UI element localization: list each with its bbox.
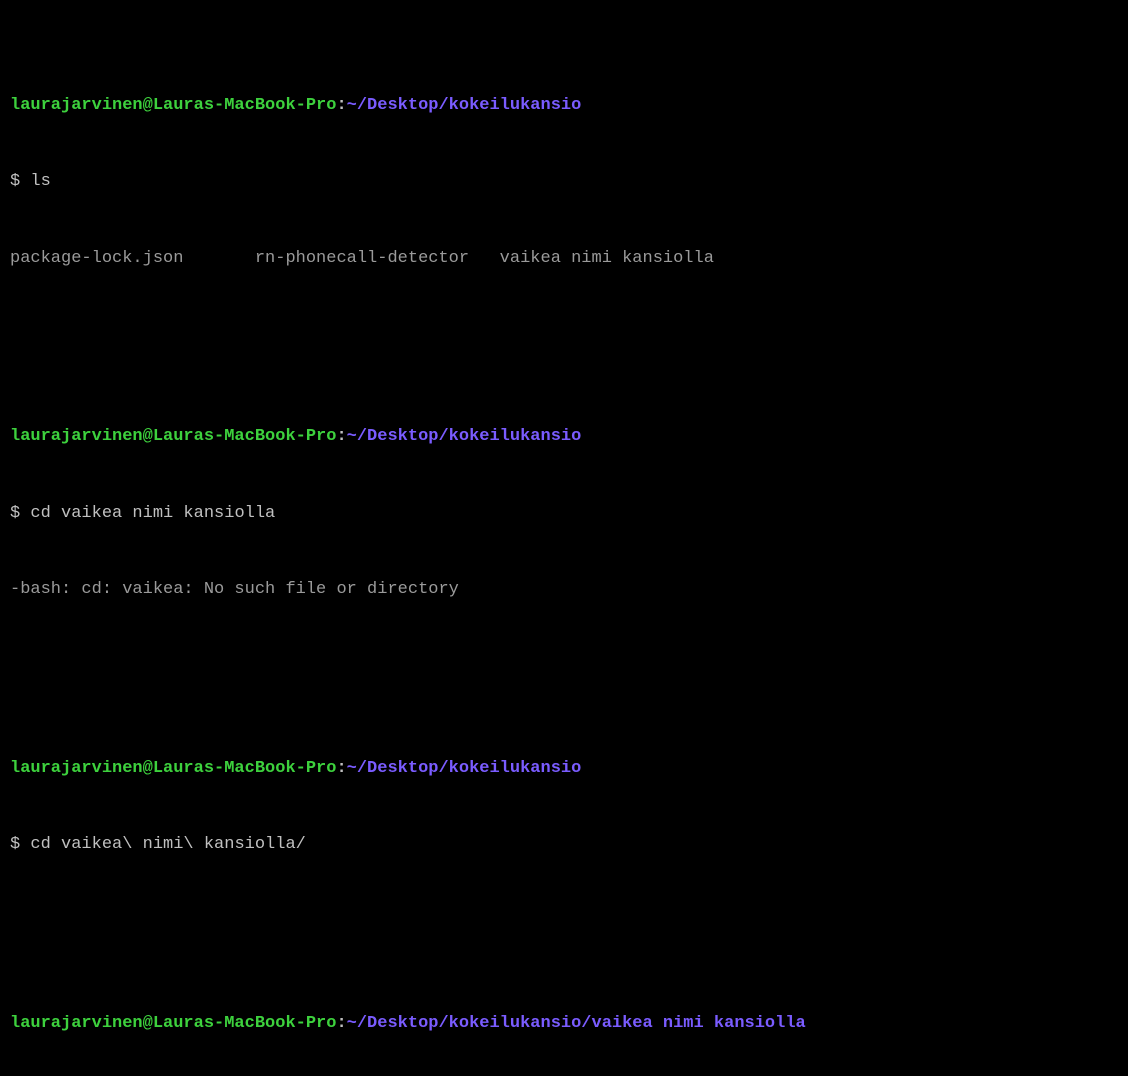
command-text: cd vaikea nimi kansiolla	[30, 504, 275, 523]
user-host: laurajarvinen@Lauras-MacBook-Pro	[10, 96, 336, 115]
path: ~/Desktop/kokeilukansio/vaikea nimi kans…	[347, 1014, 806, 1033]
prompt-line: laurajarvinen@Lauras-MacBook-Pro:~/Deskt…	[10, 1011, 1118, 1037]
command-text: ls	[30, 172, 50, 191]
user-host: laurajarvinen@Lauras-MacBook-Pro	[10, 427, 336, 446]
terminal[interactable]: laurajarvinen@Lauras-MacBook-Pro:~/Deskt…	[10, 16, 1118, 1076]
prompt-line: laurajarvinen@Lauras-MacBook-Pro:~/Deskt…	[10, 424, 1118, 450]
prompt-line: laurajarvinen@Lauras-MacBook-Pro:~/Deskt…	[10, 756, 1118, 782]
user-host: laurajarvinen@Lauras-MacBook-Pro	[10, 759, 336, 778]
path: ~/Desktop/kokeilukansio	[347, 759, 582, 778]
blank-line	[10, 322, 1118, 348]
prompt-colon: :	[336, 96, 346, 115]
command-line: $ cd vaikea\ nimi\ kansiolla/	[10, 832, 1118, 858]
command-output: package-lock.json rn-phonecall-detector …	[10, 246, 1118, 272]
blank-line	[10, 654, 1118, 680]
command-text: cd vaikea\ nimi\ kansiolla/	[30, 835, 305, 854]
prompt-line: laurajarvinen@Lauras-MacBook-Pro:~/Deskt…	[10, 93, 1118, 119]
prompt-symbol: $	[10, 504, 30, 523]
blank-line	[10, 909, 1118, 935]
path: ~/Desktop/kokeilukansio	[347, 427, 582, 446]
prompt-colon: :	[336, 427, 346, 446]
command-line: $ ls	[10, 169, 1118, 195]
command-output: -bash: cd: vaikea: No such file or direc…	[10, 577, 1118, 603]
prompt-colon: :	[336, 1014, 346, 1033]
prompt-symbol: $	[10, 835, 30, 854]
user-host: laurajarvinen@Lauras-MacBook-Pro	[10, 1014, 336, 1033]
command-line: $ cd vaikea nimi kansiolla	[10, 501, 1118, 527]
prompt-colon: :	[336, 759, 346, 778]
path: ~/Desktop/kokeilukansio	[347, 96, 582, 115]
prompt-symbol: $	[10, 172, 30, 191]
